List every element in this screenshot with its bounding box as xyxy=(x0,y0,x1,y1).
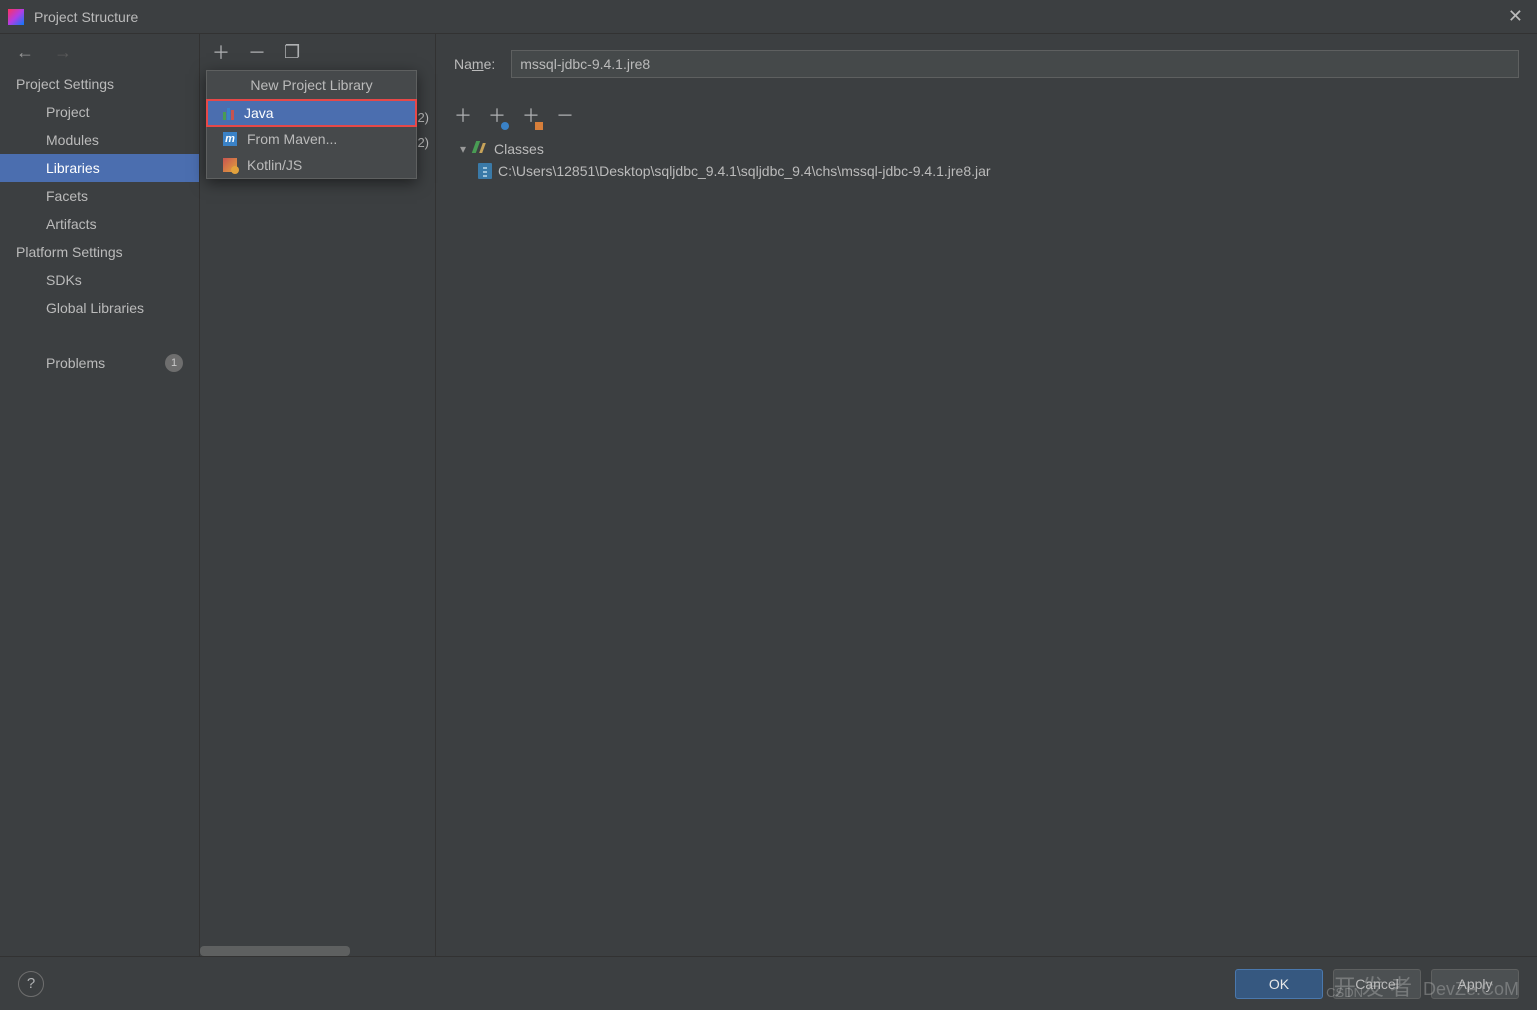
library-name-input[interactable] xyxy=(511,50,1519,78)
help-button[interactable]: ? xyxy=(18,971,44,997)
tree-node-jar[interactable]: C:\Users\12851\Desktop\sqljdbc_9.4.1\sql… xyxy=(454,160,1519,182)
titlebar: Project Structure ✕ xyxy=(0,0,1537,34)
jar-path-label: C:\Users\12851\Desktop\sqljdbc_9.4.1\sql… xyxy=(498,163,991,179)
java-icon xyxy=(223,106,234,120)
app-icon xyxy=(8,9,24,25)
library-item-suffix: 2) xyxy=(417,110,429,125)
back-arrow-icon[interactable]: ← xyxy=(16,42,34,63)
sidebar-item-label: Facets xyxy=(46,188,88,204)
copy-library-icon[interactable]: ❐ xyxy=(284,42,300,63)
remove-root-icon[interactable]: － xyxy=(556,102,574,128)
sidebar-item-problems[interactable]: Problems 1 xyxy=(0,348,199,378)
sidebar-item-project[interactable]: Project xyxy=(0,98,199,126)
sidebar-item-label: SDKs xyxy=(46,272,82,288)
sidebar-item-label: Libraries xyxy=(46,160,100,176)
sidebar-item-label: Modules xyxy=(46,132,99,148)
library-list-scrollbar[interactable] xyxy=(200,946,435,956)
library-detail-toolbar: ＋ ＋ ＋ － xyxy=(454,98,1519,132)
window-title: Project Structure xyxy=(34,9,138,25)
tree-node-classes[interactable]: ▾ Classes xyxy=(454,138,1519,160)
cancel-button[interactable]: Cancel xyxy=(1333,969,1421,999)
dialog-button-bar: ? OK Cancel Apply xyxy=(0,956,1537,1010)
sidebar-item-global-libraries[interactable]: Global Libraries xyxy=(0,294,199,322)
library-item-suffix: 2) xyxy=(417,135,429,150)
section-project-settings: Project Settings xyxy=(0,70,199,98)
library-toolbar: ＋ － ❐ xyxy=(200,34,435,70)
sidebar-item-label: Global Libraries xyxy=(46,300,144,316)
chevron-down-icon: ▾ xyxy=(460,142,466,156)
name-label: Name: xyxy=(454,56,495,72)
ok-button[interactable]: OK xyxy=(1235,969,1323,999)
maven-icon: m xyxy=(223,132,237,146)
add-library-icon[interactable]: ＋ xyxy=(212,39,230,65)
add-url-root-icon[interactable]: ＋ xyxy=(488,102,506,128)
popup-item-label: From Maven... xyxy=(247,131,337,147)
remove-library-icon[interactable]: － xyxy=(248,39,266,65)
sidebar-item-libraries[interactable]: Libraries xyxy=(0,154,199,182)
sidebar-item-sdks[interactable]: SDKs xyxy=(0,266,199,294)
kotlin-js-icon xyxy=(223,158,237,172)
sidebar-item-facets[interactable]: Facets xyxy=(0,182,199,210)
jar-archive-icon xyxy=(478,163,492,179)
add-root-icon[interactable]: ＋ xyxy=(454,102,472,128)
new-library-popup: New Project Library Java m From Maven...… xyxy=(206,70,417,179)
sidebar-item-label: Project xyxy=(46,104,90,120)
nav-arrows: ← → xyxy=(0,34,199,70)
sidebar-item-label: Problems xyxy=(46,355,105,371)
popup-item-label: Java xyxy=(244,105,274,121)
problems-count-badge: 1 xyxy=(165,354,183,372)
popup-item-label: Kotlin/JS xyxy=(247,157,302,173)
library-detail-panel: Name: ＋ ＋ ＋ － ▾ Classes C:\Users\12851\D… xyxy=(436,34,1537,956)
classes-icon xyxy=(472,141,488,157)
section-platform-settings: Platform Settings xyxy=(0,238,199,266)
popup-item-java[interactable]: Java xyxy=(207,100,416,126)
popup-title: New Project Library xyxy=(207,71,416,100)
popup-item-from-maven[interactable]: m From Maven... xyxy=(207,126,416,152)
apply-button[interactable]: Apply xyxy=(1431,969,1519,999)
sidebar: ← → Project Settings Project Modules Lib… xyxy=(0,34,200,956)
tree-label: Classes xyxy=(494,141,544,157)
forward-arrow-icon[interactable]: → xyxy=(54,42,72,63)
add-folder-root-icon[interactable]: ＋ xyxy=(522,102,540,128)
sidebar-item-modules[interactable]: Modules xyxy=(0,126,199,154)
popup-item-kotlin-js[interactable]: Kotlin/JS xyxy=(207,152,416,178)
library-name-row: Name: xyxy=(454,50,1519,78)
sidebar-item-label: Artifacts xyxy=(46,216,97,232)
library-roots-tree: ▾ Classes C:\Users\12851\Desktop\sqljdbc… xyxy=(454,132,1519,182)
sidebar-item-artifacts[interactable]: Artifacts xyxy=(0,210,199,238)
close-icon[interactable]: ✕ xyxy=(1508,6,1523,27)
